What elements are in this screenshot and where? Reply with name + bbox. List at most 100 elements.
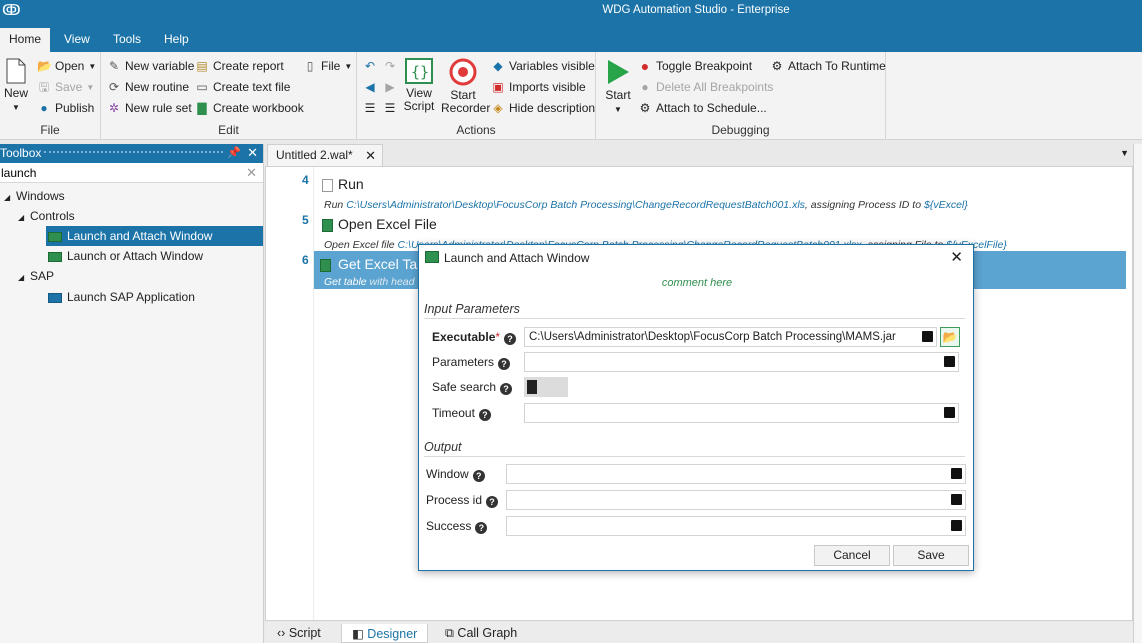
menu-bar: Home View Tools Help	[0, 24, 1142, 52]
toolbox-search-input[interactable]	[0, 163, 240, 182]
window-output-field[interactable]	[506, 464, 966, 484]
start-recorder-label-2: Recorder	[441, 101, 491, 115]
variable-picker-icon[interactable]	[951, 494, 962, 505]
help-icon[interactable]: ?	[504, 333, 517, 345]
clear-search-icon[interactable]: ✕	[246, 165, 257, 181]
imports-visible-button[interactable]: ▣ Imports visible	[491, 77, 585, 97]
help-icon[interactable]: ?	[475, 522, 488, 534]
tab-designer[interactable]: ◧ Designer	[341, 624, 429, 643]
tab-untitled-2[interactable]: Untitled 2.wal* ✕	[267, 144, 383, 166]
variable-picker-icon[interactable]	[922, 331, 933, 342]
toggle-knob	[527, 380, 537, 394]
view-script-button[interactable]: {} View Script	[401, 58, 437, 113]
variable-picker-icon[interactable]	[944, 407, 955, 418]
step-row[interactable]: 4 Run Run C:\Users\Administrator\Desktop…	[302, 173, 1126, 211]
timeout-field[interactable]	[524, 403, 959, 423]
start-recorder-button[interactable]: Start Recorder	[441, 58, 490, 115]
save-button[interactable]: Save	[893, 545, 969, 566]
variable-picker-icon[interactable]	[951, 520, 962, 531]
close-icon[interactable]: ✕	[950, 248, 963, 266]
tree-controls[interactable]: ◢ Controls	[18, 206, 75, 226]
file-group-label: File	[40, 123, 60, 137]
new-rule-set-button[interactable]: ✲ New rule set	[107, 98, 192, 118]
delete-all-breakpoints-button[interactable]: ● Delete All Breakpoints	[638, 77, 773, 97]
document-icon	[322, 179, 333, 192]
script-braces-icon: {}	[405, 58, 433, 84]
tree-launch-sap-application[interactable]: Launch SAP Application	[48, 287, 195, 307]
variable-picker-icon[interactable]	[951, 468, 962, 479]
undo-button[interactable]: ↶	[363, 56, 377, 76]
variables-visible-button[interactable]: ◆ Variables visible	[491, 56, 594, 76]
executable-field[interactable]: C:\Users\Administrator\Desktop\FocusCorp…	[524, 327, 937, 347]
create-workbook-button[interactable]: ▇ Create workbook	[195, 98, 303, 118]
menu-help[interactable]: Help	[155, 28, 198, 52]
excel-icon	[322, 219, 333, 232]
toolbox-search: ✕	[0, 163, 263, 183]
help-icon[interactable]: ?	[498, 358, 511, 370]
forward-button[interactable]: ▶	[383, 77, 397, 97]
process-id-label-text: Process id	[426, 493, 483, 507]
hide-description-button[interactable]: ◈ Hide description	[491, 98, 595, 118]
timeout-label-text: Timeout	[432, 406, 475, 420]
right-side-panel	[1133, 144, 1142, 643]
input-parameters-heading: Input Parameters	[424, 302, 965, 319]
window-icon	[48, 231, 62, 242]
redo-button[interactable]: ↷	[383, 56, 397, 76]
tab-call-graph[interactable]: ⧉ Call Graph	[435, 624, 527, 643]
start-recorder-label-1: Start	[450, 88, 476, 102]
success-output-field[interactable]	[506, 516, 966, 536]
parameters-field[interactable]	[524, 352, 959, 372]
step-number: 6	[302, 253, 309, 267]
collapse-triangle-icon[interactable]: ◢	[18, 268, 30, 288]
tabs-dropdown-icon[interactable]: ▼	[1120, 148, 1129, 158]
tree-sap[interactable]: ◢ SAP	[18, 266, 54, 286]
process-id-output-field[interactable]	[506, 490, 966, 510]
new-button[interactable]: New ▼	[2, 58, 30, 114]
title-bar: ↂ WDG Automation Studio - Enterprise	[0, 0, 1142, 24]
open-button[interactable]: 📂 Open ▼	[37, 56, 96, 76]
step-number: 4	[302, 173, 309, 187]
new-variable-button[interactable]: ✎ New variable	[107, 56, 194, 76]
cancel-button[interactable]: Cancel	[814, 545, 890, 566]
comment-field[interactable]: comment here	[419, 277, 975, 289]
help-icon[interactable]: ?	[500, 383, 513, 395]
new-routine-button[interactable]: ⟳ New routine	[107, 77, 189, 97]
close-tab-icon[interactable]: ✕	[365, 148, 376, 164]
collapse-triangle-icon[interactable]: ◢	[4, 188, 16, 208]
close-icon[interactable]: ✕	[247, 145, 258, 161]
create-report-button[interactable]: ▤ Create report	[195, 56, 283, 76]
pin-icon[interactable]: 📌	[227, 146, 241, 159]
save-button[interactable]: 🖫 Save ▼	[37, 77, 94, 97]
attach-to-schedule-button[interactable]: ⚙ Attach to Schedule...	[638, 98, 767, 118]
indent-button[interactable]: ☰	[363, 98, 377, 118]
code-icon: ‹›	[277, 626, 286, 640]
debugging-group-label: Debugging	[711, 123, 770, 137]
menu-home[interactable]: Home	[0, 28, 51, 52]
step-number: 5	[302, 213, 309, 227]
attach-to-runtime-button[interactable]: ⚙ Attach To Runtime	[770, 56, 886, 76]
tree-launch-and-attach-window[interactable]: Launch and Attach Window	[46, 226, 263, 246]
menu-view[interactable]: View	[55, 28, 99, 52]
safe-search-toggle[interactable]	[524, 377, 568, 397]
toggle-breakpoint-button[interactable]: ● Toggle Breakpoint	[638, 56, 752, 76]
menu-tools[interactable]: Tools	[104, 28, 150, 52]
launch-attach-window-dialog: Launch and Attach Window ✕ comment here …	[418, 244, 974, 571]
create-text-file-button[interactable]: ▭ Create text file	[195, 77, 290, 97]
tree-windows[interactable]: ◢ Windows	[4, 186, 65, 206]
comment-lines-button[interactable]: ☰	[383, 98, 397, 118]
variable-picker-icon[interactable]	[944, 356, 955, 367]
browse-folder-icon[interactable]: 📂	[940, 327, 960, 347]
bottom-tabs: ‹› Script ◧ Designer ⧉ Call Graph	[265, 622, 1133, 643]
collapse-triangle-icon[interactable]: ◢	[18, 208, 30, 228]
help-icon[interactable]: ?	[472, 470, 485, 482]
back-button[interactable]: ◀	[363, 77, 377, 97]
help-icon[interactable]: ?	[486, 496, 499, 508]
tree-launch-or-attach-window[interactable]: Launch or Attach Window	[48, 246, 203, 266]
help-icon[interactable]: ?	[478, 409, 491, 421]
start-button[interactable]: Start ▼	[602, 58, 634, 116]
tab-script[interactable]: ‹› Script	[267, 624, 331, 643]
drag-grip[interactable]	[44, 151, 223, 155]
publish-button[interactable]: ● Publish	[37, 98, 94, 118]
file-dropdown-button[interactable]: ▯ File ▼	[303, 56, 353, 76]
undo-icon: ↶	[364, 59, 376, 73]
